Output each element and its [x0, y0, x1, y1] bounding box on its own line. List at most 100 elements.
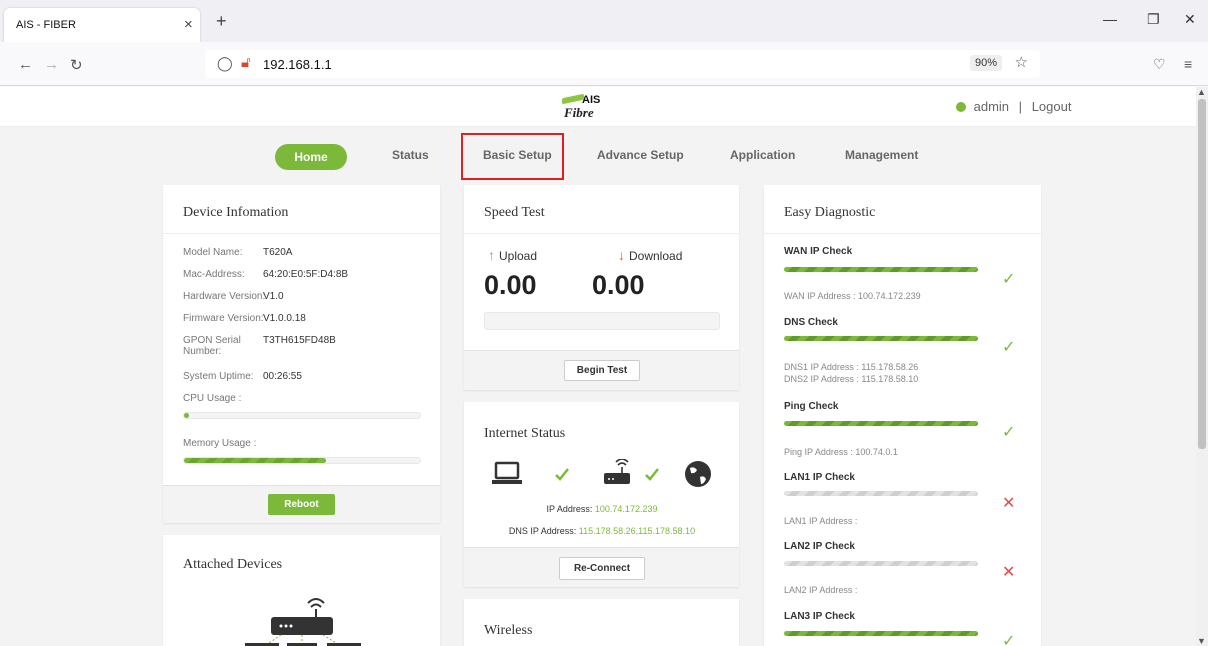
cpu-usage-label: CPU Usage :	[183, 393, 242, 404]
menu-status[interactable]: Status	[392, 148, 429, 162]
user-area: admin | Logout	[956, 99, 1071, 114]
menu-home[interactable]: Home	[275, 144, 347, 170]
dns-check-bar	[784, 336, 978, 341]
firmware-version-label: Firmware Version:	[183, 313, 264, 324]
dns-address-value: 115.178.58.26,115.178.58.10	[578, 526, 696, 536]
check-icon	[555, 468, 569, 481]
mac-address-value: 64:20:E0:5F:D4:8B	[263, 269, 349, 280]
menu-advance-setup[interactable]: Advance Setup	[597, 148, 684, 162]
internet-card-footer: Re-Connect	[464, 547, 739, 587]
reload-icon[interactable]: ↻	[70, 56, 83, 74]
ip-address-line: IP Address: 100.74.172.239	[464, 504, 740, 514]
url-bar[interactable]: ◯ 🔓︎ 192.168.1.1 90% ☆	[205, 50, 1040, 78]
cpu-usage-bar	[183, 412, 421, 419]
lan1-check-title: LAN1 IP Check	[784, 472, 855, 483]
attached-devices-title: Attached Devices	[183, 557, 283, 572]
lan2-check-fail-icon: ✕	[1002, 564, 1016, 581]
lan2-check-info: LAN2 IP Address :	[784, 585, 858, 595]
ais-fibre-logo: AIS Fibre	[562, 93, 601, 120]
memory-usage-bar	[183, 457, 421, 464]
ping-check-info: Ping IP Address : 100.74.0.1	[784, 447, 898, 457]
restore-icon[interactable]: ❐	[1147, 11, 1160, 28]
url-text[interactable]: 192.168.1.1	[263, 57, 332, 72]
lan1-check-info: LAN1 IP Address :	[784, 516, 858, 526]
scroll-down-icon[interactable]: ▼	[1197, 636, 1206, 646]
window-close-icon[interactable]: ✕	[1184, 11, 1196, 28]
hardware-version-label: Hardware Version:	[183, 291, 266, 302]
dns-address-label: DNS IP Address:	[508, 526, 577, 536]
zoom-level[interactable]: 90%	[969, 55, 1002, 71]
logout-link[interactable]: Logout	[1032, 99, 1072, 114]
back-icon[interactable]: ←	[18, 56, 33, 73]
wireless-title: Wireless	[484, 623, 533, 638]
user-icon	[956, 102, 966, 112]
wan-check-ok-icon: ✓	[1002, 271, 1016, 288]
pocket-icon[interactable]: ♡	[1153, 56, 1166, 73]
new-tab-icon[interactable]: +	[216, 11, 227, 32]
memory-usage-label: Memory Usage :	[183, 438, 257, 449]
dns2-info: DNS2 IP Address : 115.178.58.10	[784, 374, 919, 384]
system-uptime-value: 00:26:55	[263, 371, 302, 382]
memory-usage-fill	[184, 458, 326, 463]
app-menu-icon[interactable]: ≡	[1184, 56, 1192, 72]
router-header: AIS Fibre admin | Logout	[0, 87, 1196, 127]
reboot-button[interactable]: Reboot	[268, 494, 335, 515]
check-icon	[645, 468, 659, 481]
download-value: 0.00	[592, 270, 645, 300]
download-arrow-icon: ↓	[618, 247, 625, 263]
attached-devices-card: Attached Devices	[163, 535, 440, 646]
menu-management[interactable]: Management	[845, 148, 918, 162]
dns-check-title: DNS Check	[784, 317, 838, 328]
scroll-up-icon[interactable]: ▲	[1197, 87, 1206, 97]
cpu-usage-fill	[184, 413, 189, 418]
lan3-check-title: LAN3 IP Check	[784, 611, 855, 622]
network-topology-icon	[245, 598, 361, 646]
ping-check-bar	[784, 421, 978, 426]
speed-progress-bar	[484, 312, 720, 330]
username: admin	[973, 99, 1010, 114]
lan2-check-title: LAN2 IP Check	[784, 541, 855, 552]
easy-diagnostic-card: Easy Diagnostic WAN IP Check ✓ WAN IP Ad…	[764, 185, 1041, 646]
system-uptime-label: System Uptime:	[183, 371, 254, 382]
forward-icon[interactable]: →	[44, 56, 59, 73]
ping-check-ok-icon: ✓	[1002, 424, 1016, 441]
laptop-icon	[492, 461, 522, 484]
upload-value: 0.00	[484, 270, 537, 300]
insecure-lock-icon[interactable]: 🔓︎	[241, 54, 251, 71]
scroll-thumb[interactable]	[1198, 99, 1206, 449]
minimize-icon[interactable]: —	[1103, 11, 1117, 27]
download-label: Download	[629, 249, 683, 263]
upload-arrow-icon: ↑	[488, 247, 495, 263]
dns-address-line: DNS IP Address: 115.178.58.26,115.178.58…	[464, 526, 740, 536]
connection-chain	[492, 459, 711, 487]
globe-icon	[685, 461, 711, 487]
wan-check-title: WAN IP Check	[784, 246, 853, 257]
speed-card-footer: Begin Test	[464, 350, 739, 390]
device-card-footer: Reboot	[163, 485, 440, 523]
ping-check-title: Ping Check	[784, 401, 839, 412]
begin-test-button[interactable]: Begin Test	[564, 360, 640, 381]
page-scrollbar[interactable]: ▲ ▼	[1196, 87, 1208, 646]
ip-address-label: IP Address:	[546, 504, 593, 514]
mac-address-label: Mac-Address:	[183, 269, 245, 280]
lan2-check-bar	[784, 561, 978, 566]
model-name-label: Model Name:	[183, 247, 243, 258]
lan1-check-bar	[784, 491, 978, 496]
dns1-info: DNS1 IP Address : 115.178.58.26	[784, 362, 919, 372]
speed-test-title: Speed Test	[484, 205, 545, 220]
internet-status-title: Internet Status	[484, 426, 566, 441]
lan3-check-bar	[784, 631, 978, 636]
browser-tab-bar: AIS - FIBER × + — ❐ ✕	[0, 0, 1208, 42]
shield-icon[interactable]: ◯	[217, 55, 233, 72]
bookmark-star-icon[interactable]: ☆	[1015, 53, 1028, 71]
internet-status-card: Internet Status IP Address: 100.74.172.2…	[464, 402, 739, 587]
wan-check-info: WAN IP Address : 100.74.172.239	[784, 291, 921, 301]
gpon-serial-value: T3TH615FD48B	[263, 335, 336, 346]
ip-address-value: 100.74.172.239	[594, 504, 658, 514]
close-tab-icon[interactable]: ×	[184, 16, 193, 33]
speed-test-card: Speed Test ↑ Upload ↓ Download 0.00 0.00 B…	[464, 185, 739, 390]
reconnect-button[interactable]: Re-Connect	[559, 557, 645, 580]
device-info-title: Device Infomation	[183, 205, 289, 220]
menu-application[interactable]: Application	[730, 148, 795, 162]
browser-tab[interactable]: AIS - FIBER ×	[4, 8, 200, 42]
